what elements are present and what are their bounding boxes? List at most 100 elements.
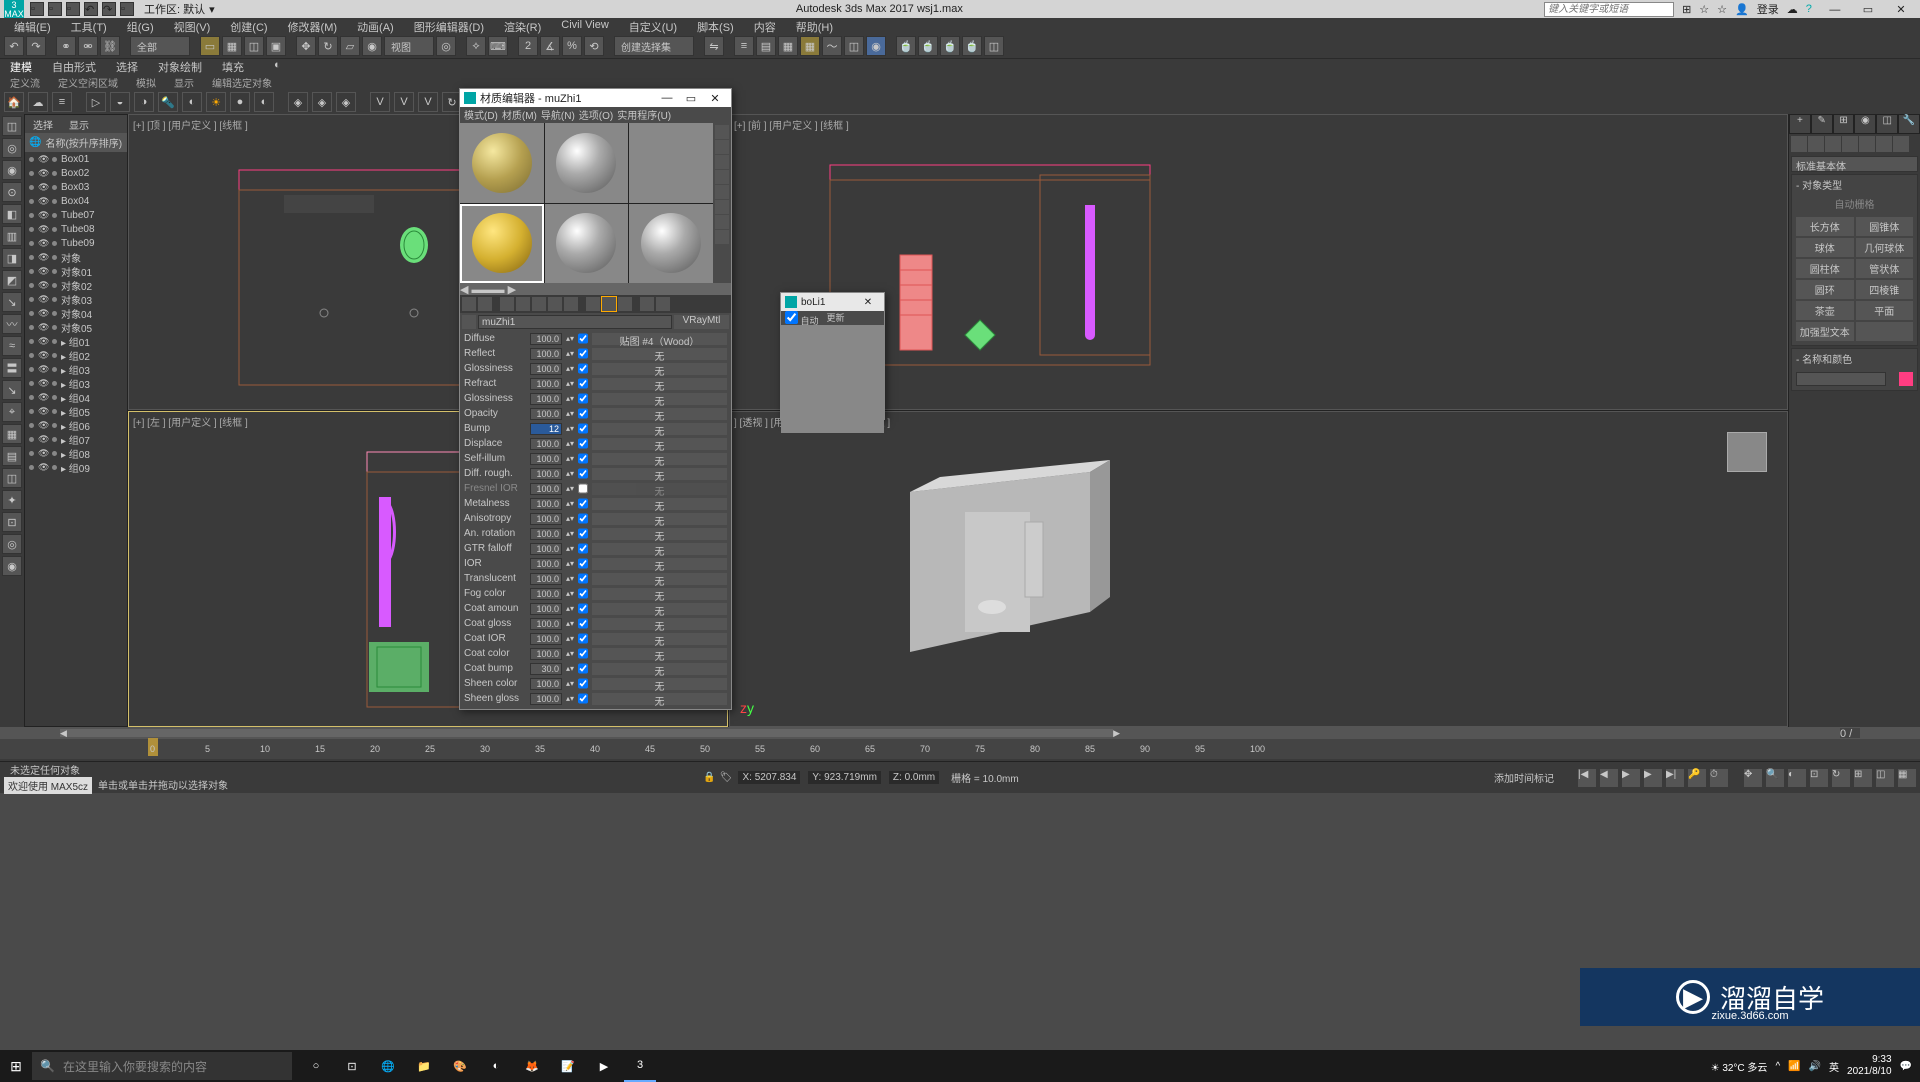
network-icon[interactable]: 📶 xyxy=(1788,1061,1800,1072)
param-map-button[interactable]: 贴图 #4（Wood） xyxy=(592,333,727,345)
next-frame-button[interactable]: ▶ xyxy=(1644,769,1662,787)
mat-slot-5[interactable] xyxy=(545,204,629,284)
selection-filter[interactable]: 全部 xyxy=(130,36,190,56)
redo-button[interactable]: ↷ xyxy=(26,36,46,56)
put-mat-icon[interactable] xyxy=(478,297,492,311)
param-map-button[interactable]: 无 xyxy=(592,678,727,690)
make-unique-icon[interactable] xyxy=(548,297,562,311)
menu-render[interactable]: 渲染(R) xyxy=(494,18,551,34)
param-map-button[interactable]: 无 xyxy=(592,603,727,615)
lt-12[interactable]: 〓 xyxy=(2,358,22,378)
manipulate-button[interactable]: ⟡ xyxy=(466,36,486,56)
spinner-icon[interactable]: ▴▾ xyxy=(566,424,574,433)
menu-edit[interactable]: 编辑(E) xyxy=(4,18,61,34)
cortana-icon[interactable]: ○ xyxy=(300,1050,332,1082)
plane3-icon[interactable]: ◈ xyxy=(336,92,356,112)
undo-button[interactable]: ↶ xyxy=(4,36,24,56)
lt-10[interactable]: 〰 xyxy=(2,314,22,334)
sun-icon[interactable]: ☀ xyxy=(206,92,226,112)
param-checkbox[interactable] xyxy=(578,497,588,510)
spinner-icon[interactable]: ▴▾ xyxy=(566,574,574,583)
param-checkbox[interactable] xyxy=(578,632,588,645)
material-editor-button[interactable]: ◉ xyxy=(866,36,886,56)
vray1-icon[interactable]: V xyxy=(370,92,390,112)
paint-icon[interactable]: 🎨 xyxy=(444,1050,476,1082)
lt-8[interactable]: ◩ xyxy=(2,270,22,290)
spinner-icon[interactable]: ▴▾ xyxy=(566,484,574,493)
render-button[interactable]: 🍵 xyxy=(940,36,960,56)
spinner-icon[interactable]: ▴▾ xyxy=(566,604,574,613)
scene-item[interactable]: 👁▸ 组05 xyxy=(25,404,127,418)
help-icon[interactable]: ? xyxy=(1806,3,1812,15)
param-value[interactable]: 100.0 xyxy=(530,348,562,360)
sr-edit[interactable]: 编辑选定对象 xyxy=(212,75,272,90)
param-map-button[interactable]: 无 xyxy=(592,348,727,360)
menu-modifiers[interactable]: 修改器(M) xyxy=(278,18,348,34)
spinner-icon[interactable]: ▴▾ xyxy=(566,394,574,403)
spinner-icon[interactable]: ▴▾ xyxy=(566,364,574,373)
lt-16[interactable]: ▤ xyxy=(2,446,22,466)
lt-1[interactable]: ◫ xyxy=(2,116,22,136)
param-map-button[interactable]: 无 xyxy=(592,468,727,480)
lt-5[interactable]: ◧ xyxy=(2,204,22,224)
mat-id-icon[interactable] xyxy=(586,297,600,311)
scene-item[interactable]: 👁对象01 xyxy=(25,264,127,278)
param-checkbox[interactable] xyxy=(578,452,588,465)
menu-content[interactable]: 内容 xyxy=(744,18,786,34)
menu-customize[interactable]: 自定义(U) xyxy=(619,18,687,34)
time-config-button[interactable]: ⏱ xyxy=(1710,769,1728,787)
spinner-icon[interactable]: ▴▾ xyxy=(566,379,574,388)
pick-mat-icon[interactable] xyxy=(462,315,476,329)
mat-slot-3[interactable] xyxy=(629,123,713,203)
bind-button[interactable]: ⛓ xyxy=(100,36,120,56)
param-checkbox[interactable] xyxy=(578,392,588,405)
spinner-icon[interactable]: ▴▾ xyxy=(566,664,574,673)
menu-tools[interactable]: 工具(T) xyxy=(61,18,117,34)
vp-layout-button[interactable]: ▦ xyxy=(1898,769,1916,787)
sr-flow[interactable]: 定义流 xyxy=(10,75,40,90)
fov-button[interactable]: ◐ xyxy=(1788,769,1806,787)
dlg-close-button[interactable]: ✕ xyxy=(856,297,880,308)
max-vp-button[interactable]: ◫ xyxy=(1876,769,1894,787)
primitive-button[interactable]: 四棱锥 xyxy=(1856,280,1914,299)
param-checkbox[interactable] xyxy=(578,692,588,705)
user-icon[interactable]: 👤 xyxy=(1735,3,1749,16)
rotate-button[interactable]: ↻ xyxy=(318,36,338,56)
render-setup-button[interactable]: 🍵 xyxy=(896,36,916,56)
scene-item[interactable]: 👁Tube07 xyxy=(25,208,127,222)
dome-icon[interactable]: ◐ xyxy=(254,92,274,112)
tab-populate[interactable]: 填充 xyxy=(222,59,244,75)
lt-21[interactable]: ◉ xyxy=(2,556,22,576)
bg-icon[interactable] xyxy=(715,155,729,169)
param-map-button[interactable]: 无 xyxy=(592,588,727,600)
coord-z[interactable]: Z: 0.0mm xyxy=(889,771,939,784)
scene-item[interactable]: 👁Box04 xyxy=(25,194,127,208)
cat-space-icon[interactable] xyxy=(1876,136,1892,152)
material-name-input[interactable] xyxy=(478,315,672,329)
spinner-icon[interactable]: ▴▾ xyxy=(566,529,574,538)
se-tab-select[interactable]: 选择 xyxy=(25,115,61,133)
menu-help[interactable]: 帮助(H) xyxy=(786,18,843,34)
named-selection-dropdown[interactable]: 创建选择集 xyxy=(614,36,694,56)
taskbar-search[interactable]: 🔍 在这里输入你要搜索的内容 xyxy=(32,1052,292,1080)
se-header[interactable]: 🌐 名称(按升序排序) xyxy=(25,133,127,152)
primitive-button[interactable]: 茶壶 xyxy=(1796,301,1854,320)
goto-start-button[interactable]: |◀ xyxy=(1578,769,1596,787)
param-map-button[interactable]: 无 xyxy=(592,663,727,675)
link-icon[interactable]: ▫ xyxy=(120,2,134,16)
render-frame-button[interactable]: 🍵 xyxy=(918,36,938,56)
param-map-button[interactable]: 无 xyxy=(592,633,727,645)
scene-item[interactable]: 👁▸ 组01 xyxy=(25,334,127,348)
key-mode-button[interactable]: 🔑 xyxy=(1688,769,1706,787)
help-search-input[interactable] xyxy=(1544,2,1674,17)
explorer-icon[interactable]: ≡ xyxy=(52,92,72,112)
sample-type-icon[interactable] xyxy=(715,125,729,139)
param-checkbox[interactable] xyxy=(578,377,588,390)
scene-item[interactable]: 👁▸ 组07 xyxy=(25,432,127,446)
param-checkbox[interactable] xyxy=(578,437,588,450)
param-value[interactable]: 100.0 xyxy=(530,648,562,660)
start-button[interactable]: ⊞ xyxy=(0,1050,32,1082)
primitive-button[interactable]: 长方体 xyxy=(1796,217,1854,236)
undo-icon[interactable]: ↶ xyxy=(84,2,98,16)
param-checkbox[interactable] xyxy=(578,602,588,615)
